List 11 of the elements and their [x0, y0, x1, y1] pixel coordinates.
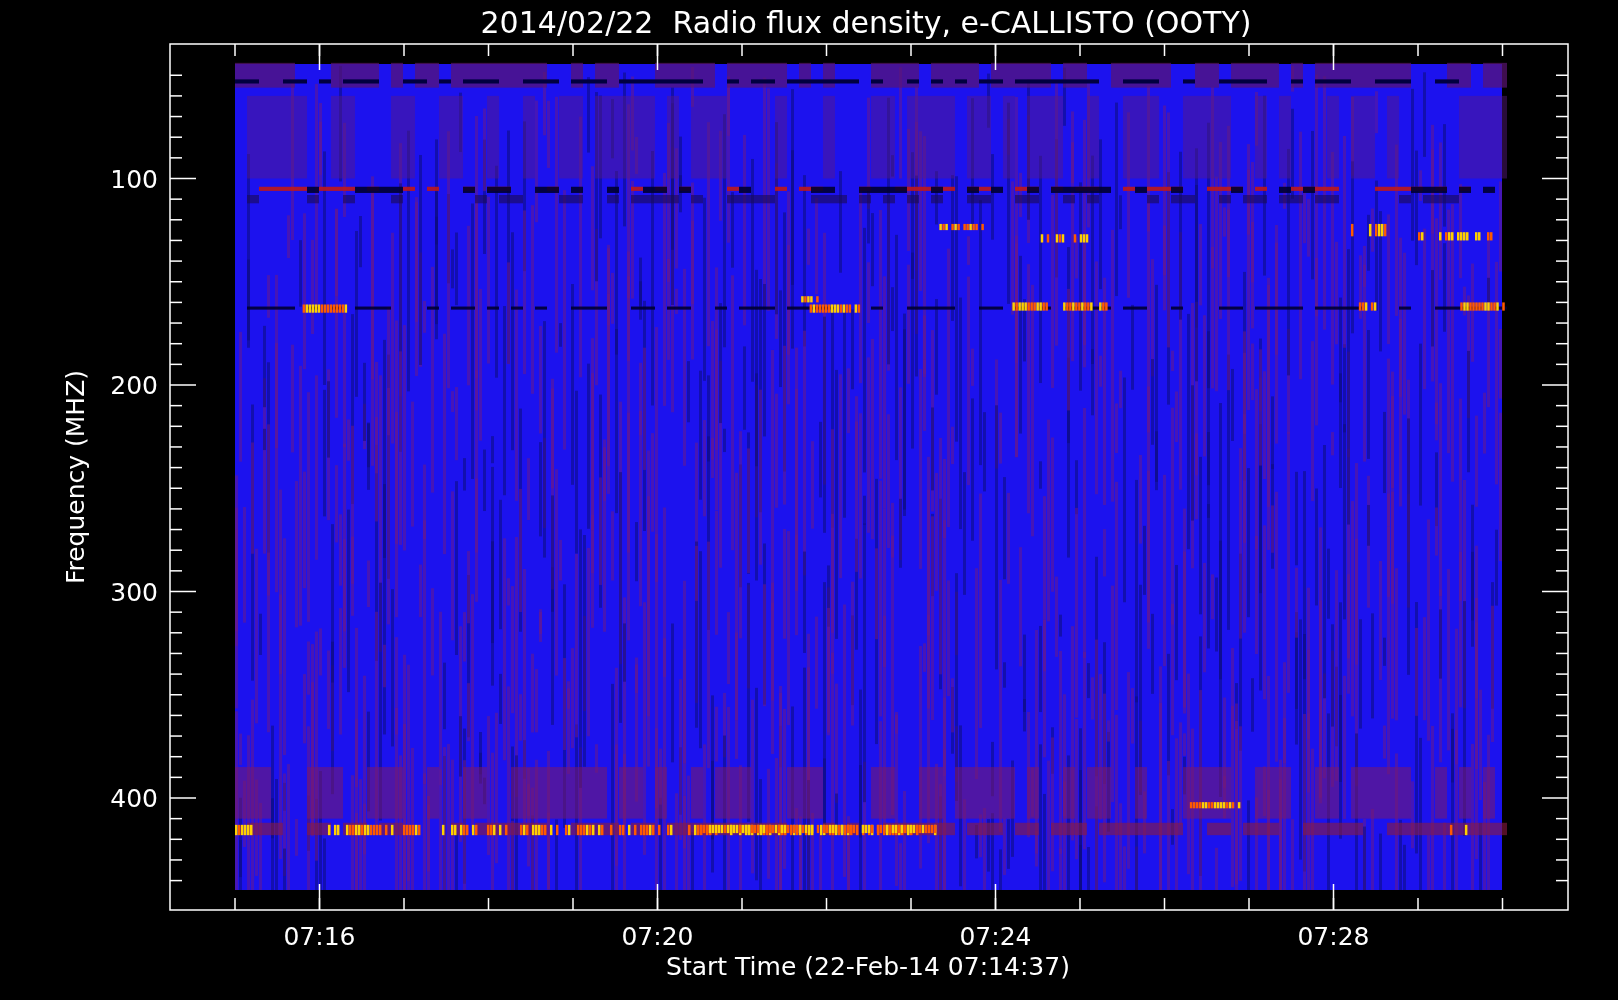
y-tick-label: 200	[110, 371, 158, 400]
x-tick-label: 07:16	[283, 922, 356, 951]
y-tick-label: 400	[110, 784, 158, 813]
x-axis-label: Start Time (22-Feb-14 07:14:37)	[666, 952, 1070, 981]
y-tick-label: 100	[110, 164, 158, 194]
x-tick-label: 07:20	[621, 922, 694, 951]
chart-title: 2014/02/22 Radio flux density, e-CALLISTO (OOTY)	[480, 5, 1252, 40]
x-tick-label: 07:28	[1297, 922, 1370, 951]
x-tick-label: 07:24	[959, 922, 1032, 951]
y-axis-label: Frequency (MHZ)	[61, 369, 90, 585]
y-tick-label: 300	[110, 577, 158, 607]
